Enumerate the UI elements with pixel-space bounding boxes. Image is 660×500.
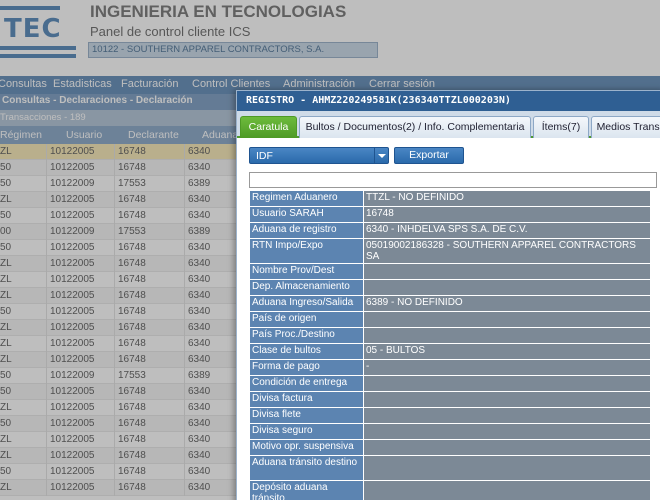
detail-row: Depósito aduana tránsito (249, 480, 651, 500)
detail-value (363, 375, 651, 392)
detail-value (363, 407, 651, 424)
filter-input[interactable] (249, 172, 657, 188)
detail-value: - (363, 359, 651, 376)
modal-title-bar[interactable]: REGISTRO - AHMZ220249581K(236340TTZL0002… (237, 91, 660, 111)
modal-toolbar: IDF Exportar (237, 140, 660, 172)
detail-value (363, 391, 651, 408)
detail-label: Forma de pago (249, 359, 364, 376)
detail-row: Condición de entrega (249, 375, 651, 392)
detail-label: Clase de bultos (249, 343, 364, 360)
modal-tabs: Caratula Bultos / Documentos(2) / Info. … (237, 111, 660, 138)
detail-row: Aduana de registro 6340 - INHDELVA SPS S.… (249, 222, 651, 239)
detail-value (363, 327, 651, 344)
modal-title: REGISTRO - AHMZ220249581K(236340TTZL0002… (246, 95, 511, 106)
caratula-details-table: Regimen Aduanero TTZL - NO DEFINIDO Usuari… (249, 190, 651, 500)
detail-row: Dep. Almacenamiento (249, 279, 651, 296)
detail-row: País de origen (249, 311, 651, 328)
tab-caratula[interactable]: Caratula (240, 116, 297, 138)
detail-value: 05 - BULTOS (363, 343, 651, 360)
detail-row: RTN Impo/Expo 05019002186328 - SOUTHERN A… (249, 238, 651, 264)
detail-value (363, 455, 651, 481)
detail-row: Divisa seguro (249, 423, 651, 440)
detail-value (363, 423, 651, 440)
export-button[interactable]: Exportar (394, 147, 464, 164)
detail-label: Aduana de registro (249, 222, 364, 239)
detail-row: Usuario SARAH 16748 (249, 206, 651, 223)
detail-value: 6389 - NO DEFINIDO (363, 295, 651, 312)
detail-value (363, 263, 651, 280)
detail-value (363, 311, 651, 328)
detail-value: 16748 (363, 206, 651, 223)
chevron-down-icon[interactable] (374, 148, 388, 163)
report-type-select[interactable]: IDF (249, 147, 389, 164)
detail-label: Regimen Aduanero (249, 190, 364, 207)
tab-items[interactable]: Ítems(7) (533, 116, 589, 138)
registro-modal: REGISTRO - AHMZ220249581K(236340TTZL0002… (236, 90, 660, 500)
detail-label: Divisa flete (249, 407, 364, 424)
detail-row: Aduana tránsito destino (249, 455, 651, 481)
detail-label: País de origen (249, 311, 364, 328)
report-type-value: IDF (256, 150, 273, 162)
detail-label: Usuario SARAH (249, 206, 364, 223)
detail-value: 6340 - INHDELVA SPS S.A. DE C.V. (363, 222, 651, 239)
detail-row: Divisa flete (249, 407, 651, 424)
detail-label: Dep. Almacenamiento (249, 279, 364, 296)
detail-row: Forma de pago - (249, 359, 651, 376)
detail-row: Clase de bultos 05 - BULTOS (249, 343, 651, 360)
detail-value: 05019002186328 - SOUTHERN APPAREL CONTRA… (363, 238, 651, 264)
detail-value (363, 279, 651, 296)
detail-value: TTZL - NO DEFINIDO (363, 190, 651, 207)
detail-label: Depósito aduana tránsito (249, 480, 364, 500)
detail-label: Aduana Ingreso/Salida (249, 295, 364, 312)
tab-bultos-documentos[interactable]: Bultos / Documentos(2) / Info. Complemen… (299, 116, 531, 138)
detail-row: Aduana Ingreso/Salida 6389 - NO DEFINIDO (249, 295, 651, 312)
tab-medios-transporte[interactable]: Medios Transp (591, 116, 660, 138)
detail-row: Regimen Aduanero TTZL - NO DEFINIDO (249, 190, 651, 207)
detail-row: Divisa factura (249, 391, 651, 408)
detail-row: Nombre Prov/Dest (249, 263, 651, 280)
detail-label: Nombre Prov/Dest (249, 263, 364, 280)
detail-label: Aduana tránsito destino (249, 455, 364, 481)
detail-label: Condición de entrega (249, 375, 364, 392)
detail-label: País Proc./Destino (249, 327, 364, 344)
detail-label: RTN Impo/Expo (249, 238, 364, 264)
detail-value (363, 480, 651, 500)
detail-value (363, 439, 651, 456)
detail-label: Motivo opr. suspensiva (249, 439, 364, 456)
detail-label: Divisa seguro (249, 423, 364, 440)
detail-row: Motivo opr. suspensiva (249, 439, 651, 456)
detail-row: País Proc./Destino (249, 327, 651, 344)
detail-label: Divisa factura (249, 391, 364, 408)
